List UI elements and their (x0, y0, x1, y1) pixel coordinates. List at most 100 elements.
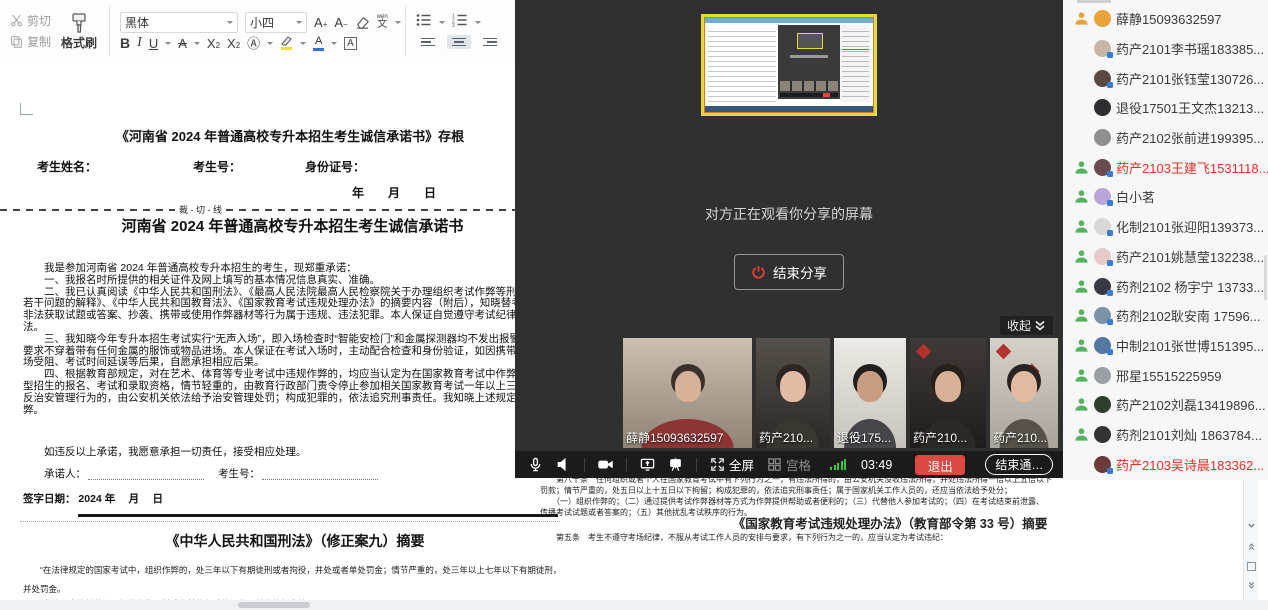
participant-row[interactable]: 药产2103王建飞1531118... (1063, 152, 1268, 182)
camera-icon (598, 457, 613, 472)
speaker-button[interactable] (556, 457, 571, 472)
horizontal-scrollbar-thumb[interactable] (238, 602, 310, 608)
format-painter-button[interactable]: 格式刷 (61, 12, 97, 51)
enclosed-char-button[interactable]: Ⓐ (247, 37, 260, 50)
superscript-button[interactable]: X2 (207, 37, 220, 50)
chevron-down-icon (395, 21, 401, 27)
increase-font-button[interactable]: A+ (314, 16, 327, 29)
video-tile[interactable]: 药产210... (990, 338, 1058, 448)
clear-format-button[interactable] (355, 15, 370, 30)
align-left-button[interactable] (416, 35, 440, 50)
whiteboard-button[interactable] (668, 457, 683, 472)
video-tile[interactable]: 薛静15093632597 (623, 338, 752, 448)
meeting-window: 对方正在观看你分享的屏幕 结束分享 收起 薛静15093632597 (515, 0, 1063, 478)
text-boundary-mark (20, 103, 33, 115)
share-screen-button[interactable] (640, 457, 655, 472)
scroll-down-button[interactable] (1244, 518, 1258, 532)
section-divider (78, 514, 558, 517)
video-strip: 薛静15093632597 药产210... 退役175... (623, 338, 1058, 448)
speaker-icon (556, 457, 571, 472)
cut-button[interactable]: 剪切 (10, 12, 51, 29)
align-center-button[interactable] (447, 35, 471, 50)
select-browse-object-button[interactable] (1244, 559, 1258, 573)
font-size-select[interactable]: 小四 (245, 12, 307, 33)
chevron-down-icon (475, 21, 481, 27)
participant-row[interactable]: 药产2101张钰莹130726... (1063, 63, 1268, 93)
status-badge (1107, 82, 1113, 88)
font-color-button[interactable]: A (313, 36, 324, 51)
align-right-button[interactable] (478, 35, 502, 50)
video-tile-name: 药产210... (993, 429, 1047, 446)
member-icon (1074, 219, 1089, 234)
decrease-font-button[interactable]: A− (334, 16, 347, 29)
participant-row[interactable]: 白小茗 (1063, 182, 1268, 212)
participant-row[interactable]: 薛静15093632597 (1063, 4, 1268, 34)
field-candidate-no: 考生号： (193, 158, 241, 175)
participant-row[interactable]: 药剂2102耿安南 17596... (1063, 301, 1268, 331)
camera-button[interactable] (598, 457, 613, 472)
fullscreen-button[interactable]: 全屏 (710, 455, 754, 474)
italic-button[interactable]: I (137, 36, 142, 50)
previous-page-button[interactable] (1244, 539, 1258, 553)
avatar (1094, 40, 1111, 57)
video-tile[interactable]: 药产210... (756, 338, 830, 448)
chevron-down-icon (227, 21, 233, 27)
grid-view-button[interactable]: 宫格 (767, 455, 811, 474)
avatar (1094, 278, 1111, 295)
character-border-button[interactable]: A (344, 37, 357, 50)
toolbar-divider (584, 458, 585, 472)
font-color-bar (313, 48, 324, 51)
video-tile-name: 退役175... (837, 429, 891, 446)
signer-blank (88, 470, 204, 480)
participant-row[interactable]: 药产2101姚慧莹132238... (1063, 242, 1268, 272)
signature-row: 承诺人： 考生号： (23, 466, 392, 481)
highlight-color-button[interactable] (280, 36, 293, 50)
status-badge (1107, 290, 1113, 296)
participant-name: 化制2101张迎阳139373... (1116, 217, 1264, 236)
video-tile-name: 药产210... (913, 429, 967, 446)
power-icon (751, 265, 766, 280)
participant-row[interactable]: 中制2101张世博151395... (1063, 331, 1268, 361)
video-tile[interactable]: 退役175... (834, 338, 906, 448)
pinyin-guide-button[interactable]: wén 文 (377, 14, 388, 30)
subscript-button[interactable]: X2 (227, 37, 240, 50)
collapse-videos-button[interactable]: 收起 (1000, 316, 1053, 335)
participant-row[interactable]: 药产2103吴诗晨183362... (1063, 449, 1268, 479)
font-name-select[interactable]: 黑体 (120, 12, 238, 33)
member-icon (1074, 160, 1089, 175)
end-call-button[interactable]: 结束通… (985, 454, 1053, 475)
font-size-value: 小四 (250, 14, 274, 31)
panel-scrollbar-thumb[interactable] (1264, 255, 1267, 300)
numbered-list-icon: 123 (452, 13, 468, 27)
avatar (1094, 10, 1111, 27)
exit-button[interactable]: 退出 (915, 455, 965, 475)
participant-name: 白小茗 (1116, 187, 1155, 206)
participant-row[interactable]: 药产2102张前进199395... (1063, 123, 1268, 153)
participant-row[interactable]: 药剂2101刘灿 1863784... (1063, 420, 1268, 450)
bullet-list-button[interactable] (416, 13, 432, 32)
bold-button[interactable]: B (120, 36, 130, 50)
next-page-button[interactable] (1244, 578, 1258, 592)
document-text-line: 并处罚金。 (23, 583, 643, 595)
screen: 剪切 复制 格式刷 黑体 小四 (0, 0, 1268, 610)
underline-button[interactable]: U (149, 37, 158, 50)
participant-row[interactable]: 药产2102刘磊13419896... (1063, 390, 1268, 420)
mic-button[interactable] (528, 457, 543, 472)
participant-row[interactable]: 药产2101李书瑶183385... (1063, 34, 1268, 64)
participant-row[interactable]: 退役17501王文杰13213... (1063, 93, 1268, 123)
participant-row[interactable]: 药剂2102 杨宇宁 13733... (1063, 271, 1268, 301)
avatar (1094, 188, 1111, 205)
square-icon (1247, 562, 1256, 571)
participant-row[interactable]: 化制2101张迎阳139373... (1063, 212, 1268, 242)
participant-row[interactable]: 邢星15515225959 (1063, 360, 1268, 390)
video-tile[interactable]: 药产210... (910, 338, 986, 448)
avatar (1094, 456, 1111, 473)
numbered-list-button[interactable]: 123 (452, 13, 468, 32)
copy-button[interactable]: 复制 (10, 33, 51, 50)
stub-date-line: 年 月 日 (352, 184, 436, 201)
document-text-line: 第五条 考生不遵守考场纪律，不服从考试工作人员的安排与要求，有下列行为之一的，应… (540, 532, 1240, 543)
scissors-icon (10, 14, 23, 27)
strikethrough-button[interactable]: A (178, 37, 187, 50)
end-share-button[interactable]: 结束分享 (734, 254, 844, 290)
member-icon (1074, 189, 1089, 204)
